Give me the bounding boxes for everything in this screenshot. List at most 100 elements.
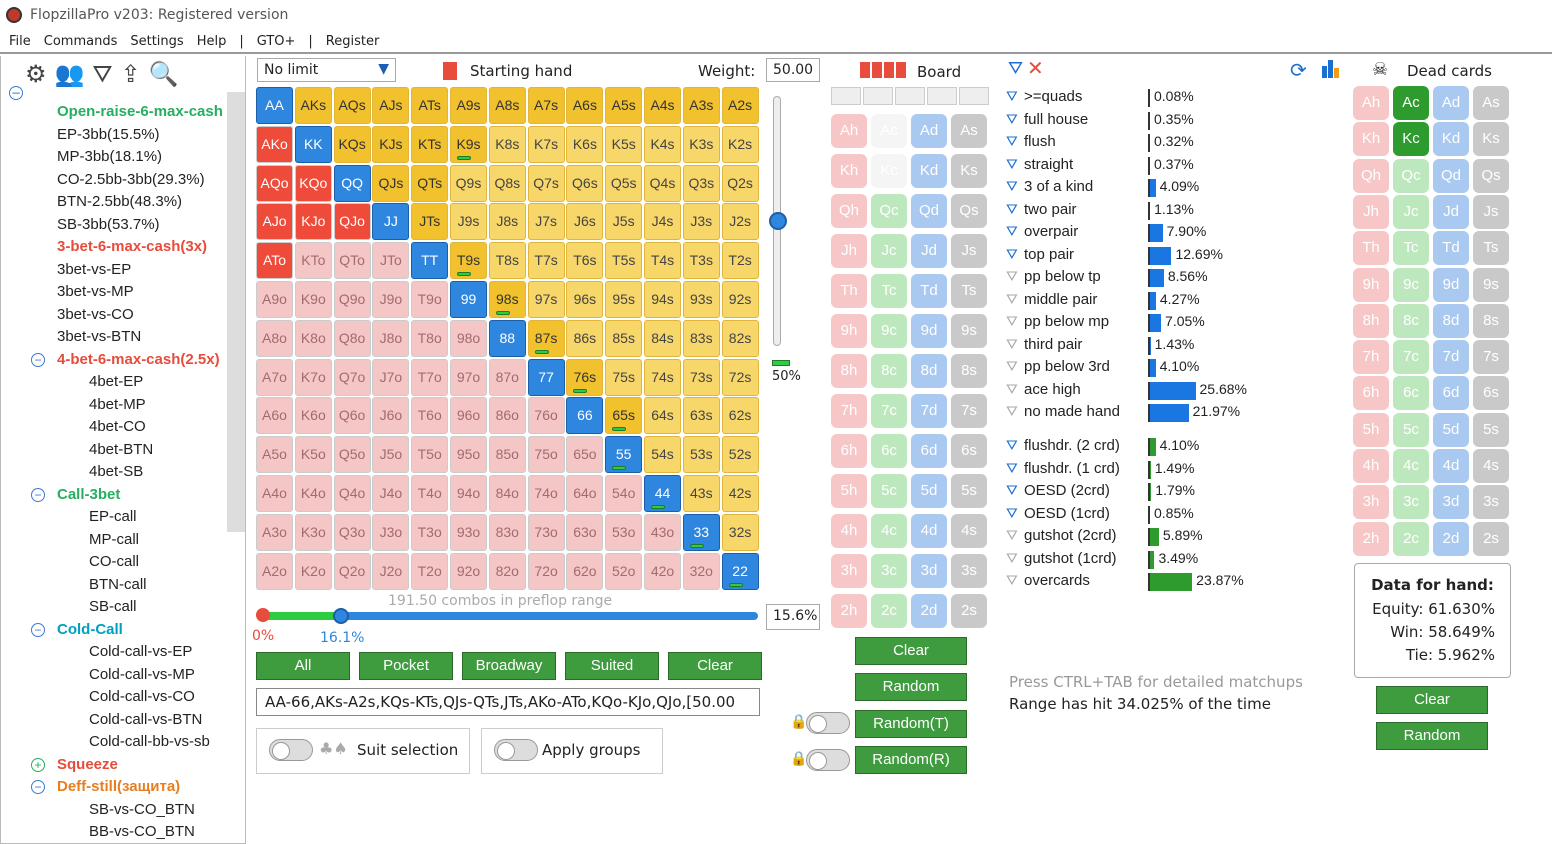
users-icon[interactable]: 👥 xyxy=(55,60,85,88)
filter-icon[interactable]: ⛛ xyxy=(1006,134,1018,150)
filter-icon[interactable]: ⛛ xyxy=(1006,404,1018,420)
dead-card[interactable]: 7c xyxy=(1393,340,1429,375)
hand-cell[interactable]: A9s xyxy=(450,87,487,124)
hand-cell[interactable]: A4s xyxy=(644,87,681,124)
hand-cell[interactable]: J6o xyxy=(372,397,410,435)
tree-item[interactable]: CO-call xyxy=(89,552,139,572)
hand-cell[interactable]: 76o xyxy=(527,397,565,435)
tree-item[interactable]: SB-vs-CO_BTN xyxy=(89,800,195,820)
board-card[interactable]: Jc xyxy=(871,234,907,268)
board-card[interactable]: 6d xyxy=(911,434,947,468)
board-card[interactable]: 9h xyxy=(831,314,867,348)
hand-cell[interactable]: K8s xyxy=(488,125,526,163)
board-card[interactable]: Qs xyxy=(951,194,987,228)
tree-item[interactable]: Cold-call-vs-BTN xyxy=(89,710,202,730)
dead-card[interactable]: 8d xyxy=(1433,303,1469,338)
board-card[interactable]: 9s xyxy=(951,314,987,348)
filter-icon[interactable]: ⛛ xyxy=(1006,269,1018,285)
menu-file[interactable]: File xyxy=(9,34,31,49)
filter-icon[interactable]: ⛛ xyxy=(1006,483,1018,499)
hand-cell[interactable]: JTs xyxy=(411,203,449,241)
hand-cell[interactable]: A8s xyxy=(488,87,526,124)
hand-cell[interactable]: AQo xyxy=(256,164,293,202)
tree-item[interactable]: Deff-still(защита) xyxy=(57,777,180,797)
hand-cell[interactable]: K9s xyxy=(450,125,487,163)
hand-cell[interactable]: J5s xyxy=(605,203,643,241)
hand-cell[interactable]: K7s xyxy=(527,125,565,163)
board-card[interactable]: 8h xyxy=(831,354,867,388)
hand-cell[interactable]: J2s xyxy=(721,203,759,241)
hand-cell[interactable]: Q3s xyxy=(682,164,720,202)
dead-card[interactable]: 4h xyxy=(1353,449,1389,483)
hand-cell[interactable]: 88 xyxy=(488,319,526,357)
tree-item[interactable]: SB-call xyxy=(89,597,137,617)
hand-cell[interactable]: ATs xyxy=(411,87,449,124)
menu-settings[interactable]: Settings xyxy=(130,34,183,49)
hand-cell[interactable]: K9o xyxy=(294,281,332,318)
board-card[interactable]: 8c xyxy=(871,354,907,388)
board-card[interactable]: Ad xyxy=(911,114,947,148)
board-card[interactable]: 5s xyxy=(951,474,987,508)
dead-card[interactable]: 5s xyxy=(1473,412,1509,447)
hand-cell[interactable]: A2o xyxy=(256,552,293,590)
collapse-icon[interactable]: − xyxy=(31,352,45,367)
hand-cell[interactable]: Q4o xyxy=(333,475,371,512)
hand-cell[interactable]: T9s xyxy=(450,242,487,280)
hand-cell[interactable]: A5o xyxy=(256,436,293,474)
hand-cell[interactable]: A6s xyxy=(566,87,604,124)
dead-card[interactable]: 6c xyxy=(1393,376,1429,411)
hand-cell[interactable]: 62o xyxy=(566,552,604,590)
filter-icon[interactable]: ⛛ xyxy=(1006,224,1018,240)
tree-item[interactable]: EP-3bb(15.5%) xyxy=(57,125,160,145)
hand-cell[interactable]: KTs xyxy=(411,125,449,163)
hand-cell[interactable]: 64o xyxy=(566,475,604,512)
filter-icon[interactable]: ⛛ xyxy=(1006,157,1018,173)
dead-card[interactable]: 5d xyxy=(1433,412,1469,447)
hand-cell[interactable]: K6o xyxy=(294,397,332,435)
hand-cell[interactable]: JTo xyxy=(372,242,410,280)
hand-cell[interactable]: K2s xyxy=(721,125,759,163)
filter-icon[interactable]: ⛛ xyxy=(1006,337,1018,353)
hand-cell[interactable]: A7s xyxy=(527,87,565,124)
board-card[interactable]: 4d xyxy=(911,514,947,548)
tree-item[interactable]: Open-raise-6-max-cash xyxy=(57,102,223,122)
hand-cell[interactable]: 86s xyxy=(566,319,604,357)
hand-cell[interactable]: K5o xyxy=(294,436,332,474)
dead-card[interactable]: 6h xyxy=(1353,376,1389,411)
dead-card[interactable]: 3s xyxy=(1473,485,1509,520)
hand-cell[interactable]: Q7o xyxy=(333,358,371,396)
board-card[interactable]: 9c xyxy=(871,314,907,348)
hand-cell[interactable]: 65o xyxy=(566,436,604,474)
hand-cell[interactable]: 44 xyxy=(644,475,681,512)
hand-cell[interactable]: J9s xyxy=(450,203,487,241)
dead-card[interactable]: 3h xyxy=(1353,485,1389,520)
board-card[interactable]: Js xyxy=(951,234,987,268)
hand-cell[interactable]: TT xyxy=(411,242,449,280)
expand-icon[interactable]: + xyxy=(31,757,45,772)
board-card[interactable]: Ks xyxy=(951,154,987,188)
board-card[interactable]: 4s xyxy=(951,514,987,548)
hand-cell[interactable]: K4s xyxy=(644,125,681,163)
hand-cell[interactable]: J3o xyxy=(372,513,410,551)
dead-card[interactable]: Qs xyxy=(1473,158,1509,193)
board-card[interactable]: 3s xyxy=(951,554,987,588)
hand-cell[interactable]: T4o xyxy=(411,475,449,512)
dead-card[interactable]: 7h xyxy=(1353,340,1389,375)
hand-cell[interactable]: A4o xyxy=(256,475,293,512)
dead-card[interactable]: Ts xyxy=(1473,231,1509,266)
dead-card[interactable]: 6d xyxy=(1433,376,1469,411)
filter-icon[interactable]: ⛛ xyxy=(92,60,112,88)
hand-cell[interactable]: 94s xyxy=(644,281,681,318)
board-card[interactable]: 7c xyxy=(871,394,907,428)
tree-item[interactable]: 3bet-vs-BTN xyxy=(57,327,141,347)
hand-cell[interactable]: A9o xyxy=(256,281,293,318)
hand-cell[interactable]: AJs xyxy=(372,87,410,124)
hand-cell[interactable]: AJo xyxy=(256,203,293,241)
board-slot[interactable] xyxy=(895,87,925,105)
board-card[interactable]: 8d xyxy=(911,354,947,388)
dead-card[interactable]: As xyxy=(1473,86,1509,120)
hand-cell[interactable]: 97s xyxy=(527,281,565,318)
board-card[interactable]: Kd xyxy=(911,154,947,188)
hand-cell[interactable]: 74s xyxy=(644,358,681,396)
dead-card[interactable]: Th xyxy=(1353,231,1389,266)
